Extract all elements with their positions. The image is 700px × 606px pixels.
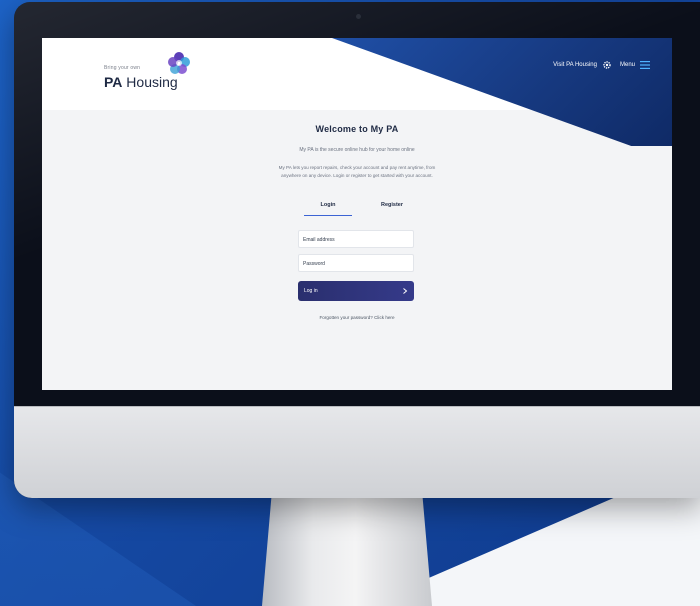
description-line-1: My PA lets you report repairs, check you…: [278, 165, 436, 170]
chevron-right-icon: [403, 288, 408, 294]
menu-button[interactable]: Menu: [620, 61, 650, 69]
page-intro: My PA is the secure online hub for your …: [299, 147, 415, 153]
menu-label: Menu: [619, 62, 635, 68]
page-title: Welcome to My PA: [315, 124, 399, 134]
site-header: Bring your own PA Housing Visit PA Housi…: [42, 38, 672, 146]
tab-register[interactable]: Register: [368, 198, 416, 216]
gear-icon: [603, 61, 611, 69]
auth-tabs: Login Register: [304, 198, 416, 216]
visit-pa-housing-link[interactable]: Visit PA Housing: [553, 60, 612, 70]
page-description: My PA lets you report repairs, check you…: [42, 164, 672, 180]
password-field[interactable]: Password: [298, 254, 414, 272]
login-button[interactable]: Log in: [298, 281, 414, 301]
monitor: Bring your own PA Housing Visit PA Housi…: [14, 2, 700, 498]
description-line-2: anywhere on any device. Login or registe…: [281, 173, 433, 178]
forgot-password-link[interactable]: Forgotten your password? Click here: [42, 315, 672, 320]
logo-name: PA Housing: [104, 74, 178, 90]
welcome-section: Welcome to My PA My PA is the secure onl…: [42, 124, 672, 180]
top-nav: Visit PA Housing Menu: [553, 60, 650, 70]
logo-name-bold: PA: [104, 74, 123, 90]
logo-tagline: Bring your own: [104, 65, 141, 71]
flower-logo-icon: [168, 52, 190, 74]
tab-login[interactable]: Login: [304, 198, 352, 216]
login-button-label: Log in: [304, 288, 318, 294]
site-logo[interactable]: Bring your own PA Housing: [104, 50, 214, 96]
hamburger-menu-icon: [640, 61, 650, 69]
monitor-stand: [262, 488, 432, 606]
monitor-chin: [14, 406, 700, 498]
screen: Bring your own PA Housing Visit PA Housi…: [42, 38, 672, 390]
camera: [356, 14, 361, 19]
visit-pa-housing-label: Visit PA Housing: [553, 62, 597, 68]
email-field[interactable]: Email address: [298, 230, 414, 248]
logo-name-light: Housing: [122, 74, 178, 90]
